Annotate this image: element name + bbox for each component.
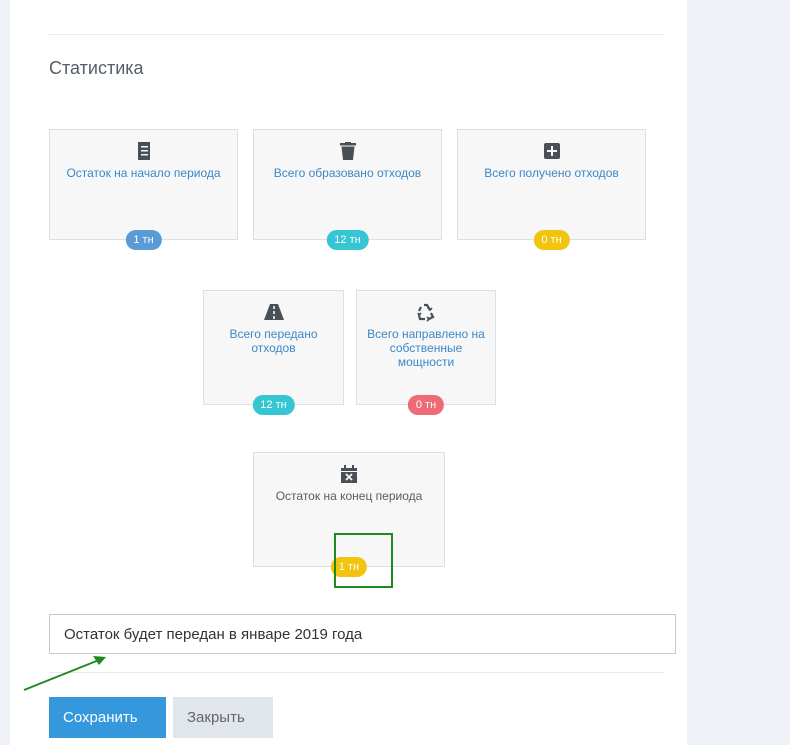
trash-icon xyxy=(254,142,441,160)
card-total-received[interactable]: Всего получено отходов 0 тн xyxy=(457,129,646,250)
card-total-generated[interactable]: Всего образовано отходов 12 тн xyxy=(253,129,442,250)
top-divider xyxy=(49,34,664,35)
annotation-arrow xyxy=(23,656,106,691)
close-button[interactable]: Закрыть xyxy=(173,697,273,738)
card-badge: 12 тн xyxy=(326,230,369,250)
right-sidebar-background xyxy=(687,0,790,745)
plus-square-icon xyxy=(458,142,645,160)
card-label: Всего направлено на собственные мощности xyxy=(367,327,485,369)
save-button[interactable]: Сохранить xyxy=(49,697,166,738)
card-label: Остаток на конец периода xyxy=(275,489,423,503)
card-badge: 0 тн xyxy=(533,230,570,250)
card-total-transferred[interactable]: Всего передано отходов 12 тн xyxy=(203,290,344,415)
card-start-balance[interactable]: Остаток на начало периода 1 тн xyxy=(49,129,238,250)
calendar-x-icon xyxy=(254,465,444,483)
card-label: Остаток на начало периода xyxy=(66,166,221,180)
recycle-icon xyxy=(357,303,495,322)
highlight-frame xyxy=(334,533,393,588)
card-sent-to-own-facilities[interactable]: Всего направлено на собственные мощности… xyxy=(356,290,496,415)
left-background xyxy=(0,0,10,745)
card-badge: 1 тн xyxy=(125,230,162,250)
section-title: Статистика xyxy=(49,58,144,78)
card-label: Всего образовано отходов xyxy=(273,166,422,180)
document-stack-icon xyxy=(50,142,237,160)
card-badge: 0 тн xyxy=(407,395,445,415)
bottom-divider xyxy=(49,672,664,673)
note-input[interactable] xyxy=(49,614,676,654)
card-label: Всего передано отходов xyxy=(229,327,318,355)
road-icon xyxy=(204,303,343,321)
card-badge: 12 тн xyxy=(252,395,295,415)
card-label: Всего получено отходов xyxy=(484,166,619,180)
